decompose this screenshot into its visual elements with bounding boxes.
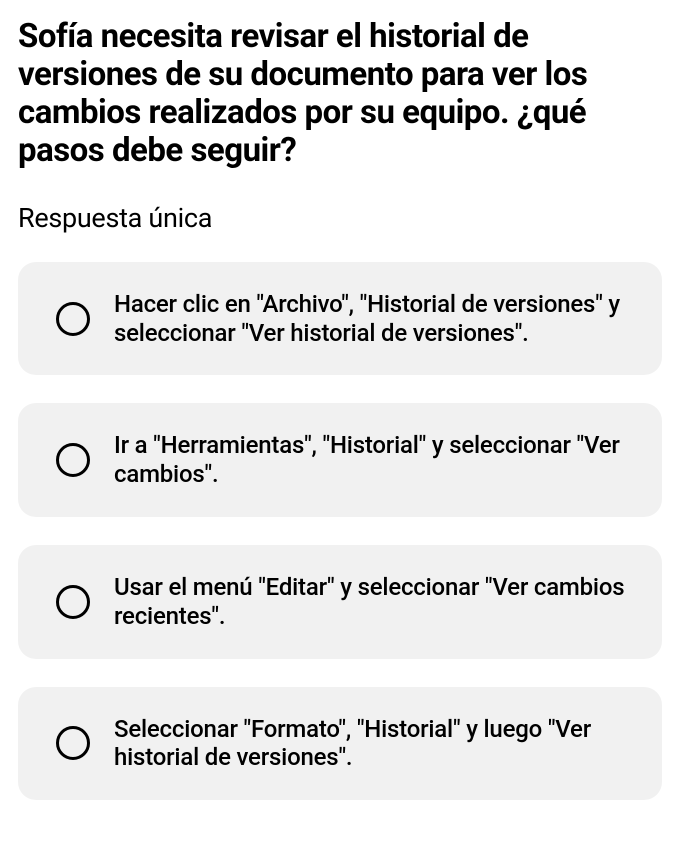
question-subtitle: Respuesta única bbox=[18, 202, 662, 234]
radio-icon bbox=[56, 726, 90, 760]
option-1[interactable]: Hacer clic en "Archivo", "Historial de v… bbox=[18, 262, 662, 376]
question-title: Sofía necesita revisar el historial de v… bbox=[18, 18, 662, 170]
option-text: Ir a "Herramientas", "Historial" y selec… bbox=[114, 431, 636, 489]
option-4[interactable]: Seleccionar "Formato", "Historial" y lue… bbox=[18, 687, 662, 801]
radio-icon bbox=[56, 443, 90, 477]
radio-icon bbox=[56, 585, 90, 619]
option-text: Usar el menú "Editar" y seleccionar "Ver… bbox=[114, 573, 636, 631]
option-text: Seleccionar "Formato", "Historial" y lue… bbox=[114, 715, 636, 773]
option-3[interactable]: Usar el menú "Editar" y seleccionar "Ver… bbox=[18, 545, 662, 659]
option-2[interactable]: Ir a "Herramientas", "Historial" y selec… bbox=[18, 403, 662, 517]
options-container: Hacer clic en "Archivo", "Historial de v… bbox=[18, 262, 662, 800]
radio-icon bbox=[56, 302, 90, 336]
option-text: Hacer clic en "Archivo", "Historial de v… bbox=[114, 290, 636, 348]
